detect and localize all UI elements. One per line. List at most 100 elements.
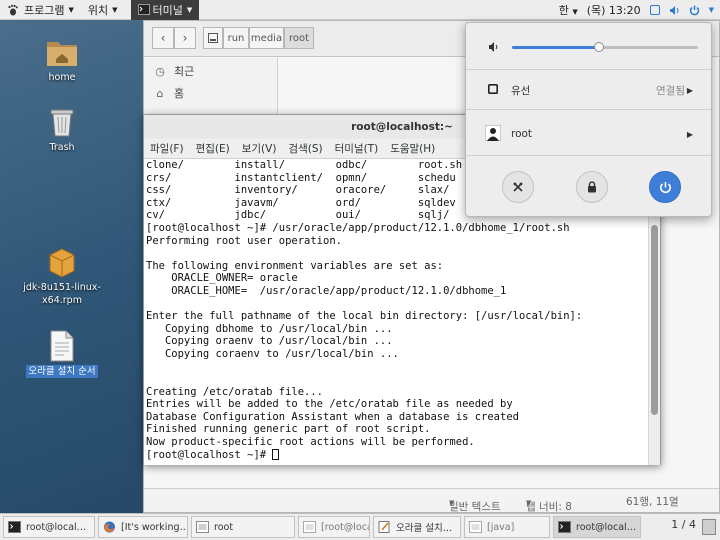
sidebar-item-recent[interactable]: ◷ 최근 xyxy=(144,60,277,82)
workspace-switcher[interactable] xyxy=(702,519,716,535)
desktop-icon-trash[interactable]: Trash xyxy=(17,106,107,154)
menu-separator xyxy=(466,69,711,70)
power-off-button[interactable] xyxy=(649,171,681,203)
terminal-icon xyxy=(8,521,21,533)
menu-separator xyxy=(466,109,711,110)
user-item[interactable]: root ▶ xyxy=(466,123,711,145)
menu-search[interactable]: 검색(S) xyxy=(288,141,322,156)
terminal-line: Copying oraenv to /usr/local/bin ... xyxy=(146,335,393,348)
text-document-icon xyxy=(50,330,74,362)
menu-edit[interactable]: 편집(E) xyxy=(196,141,230,156)
firefox-icon xyxy=(104,521,115,533)
drive-icon xyxy=(208,33,218,43)
input-method-indicator[interactable]: 한 ▼ xyxy=(559,2,578,18)
menu-terminal[interactable]: 터미널(T) xyxy=(335,141,379,156)
desktop-icon-label: Trash xyxy=(49,142,75,153)
task-label: [java] xyxy=(487,521,515,533)
terminal-line: Entries will be added to the /etc/oratab… xyxy=(146,398,513,411)
sidebar-item-label: 최근 xyxy=(174,65,195,78)
applications-label: 프로그램 xyxy=(24,3,65,17)
terminal-line: Performing root user operation. xyxy=(146,234,342,247)
wired-status: 연결됨 xyxy=(656,84,685,97)
wired-label: 유선 xyxy=(511,84,531,97)
places-label: 위치 xyxy=(87,3,109,17)
power-icon[interactable] xyxy=(689,5,700,16)
chevron-left-icon: ‹ xyxy=(160,31,166,45)
terminal-line: Enter the full pathname of the local bin… xyxy=(146,310,583,323)
sidebar-item-home[interactable]: ⌂ 홈 xyxy=(144,82,277,104)
text-cursor xyxy=(272,448,280,460)
lock-icon xyxy=(588,181,596,193)
network-icon[interactable] xyxy=(649,5,660,15)
path-segment-root[interactable]: root xyxy=(284,27,314,49)
folder-icon xyxy=(196,521,209,533)
user-label: root xyxy=(511,128,533,140)
desktop-icon-label: home xyxy=(48,72,76,83)
power-icon xyxy=(659,181,671,193)
terminal-line: Finished running generic part of root sc… xyxy=(146,423,431,436)
scrollbar-thumb[interactable] xyxy=(651,224,658,415)
active-app-menu[interactable]: 터미널 ▼ xyxy=(130,0,200,20)
sidebar-item-label: 홈 xyxy=(174,87,185,100)
terminal-icon xyxy=(558,521,571,533)
task-text-editor[interactable]: 오라클 설치… xyxy=(373,516,461,538)
settings-button[interactable] xyxy=(502,171,534,203)
task-label: [It's working… xyxy=(121,521,188,533)
taskbar: root@local… [It's working… root [root@lo… xyxy=(0,513,720,540)
system-menu: 유선 연결됨 ▶ root ▶ xyxy=(465,22,712,217)
task-firefox[interactable]: [It's working… xyxy=(98,516,188,538)
editor-status-bar: 일반 텍스트 ▼ 탭 너비: 8 ▼ 61행, 11열 xyxy=(144,488,719,513)
task-label: root xyxy=(214,521,234,533)
desktop-icon-oracle-doc[interactable]: 오라클 설치 순서 xyxy=(17,330,107,378)
chevron-down-icon: ▼ xyxy=(112,5,118,14)
terminal-line: [root@localhost ~]# /usr/oracle/app/prod… xyxy=(146,221,570,234)
chevron-down-icon: ▼ xyxy=(449,499,455,507)
menu-separator xyxy=(466,155,711,156)
desktop-icon-jdk-rpm[interactable]: jdk-8u151-linux-x64.rpm xyxy=(17,246,107,307)
terminal-line: Database Configuration Assistant when a … xyxy=(146,410,519,423)
task-terminal-active[interactable]: root@local… xyxy=(553,516,641,538)
task-terminal-1[interactable]: root@local… xyxy=(3,516,95,538)
chevron-down-icon[interactable]: ▼ xyxy=(709,6,714,14)
volume-slider-fill xyxy=(512,46,600,49)
terminal-line: ORACLE_HOME= /usr/oracle/app/product/12.… xyxy=(146,284,507,297)
folder-icon xyxy=(303,521,316,533)
clock-icon: ◷ xyxy=(155,64,165,78)
desktop-icon-home[interactable]: home xyxy=(17,36,107,84)
volume-slider[interactable] xyxy=(512,42,698,52)
chevron-down-icon: ▼ xyxy=(68,5,74,14)
path-segment-media[interactable]: media xyxy=(249,27,284,49)
path-segment-run[interactable]: run xyxy=(223,27,249,49)
menu-file[interactable]: 파일(F) xyxy=(150,141,184,156)
path-toggle-button[interactable] xyxy=(203,27,223,49)
volume-icon[interactable] xyxy=(669,5,680,16)
forward-button[interactable]: › xyxy=(174,27,196,49)
text-editor-icon xyxy=(378,521,390,533)
task-label: [root@local… xyxy=(321,521,369,533)
applications-menu[interactable]: 프로그램 ▼ xyxy=(0,0,81,20)
places-menu[interactable]: 위치 ▼ xyxy=(81,0,125,20)
lock-button[interactable] xyxy=(576,171,608,203)
user-avatar-icon xyxy=(484,124,502,144)
terminal-line: Copying dbhome to /usr/local/bin ... xyxy=(146,322,393,335)
terminal-line: The following environment variables are … xyxy=(146,259,444,272)
menu-view[interactable]: 보기(V) xyxy=(242,141,277,156)
syntax-mode-label: 일반 텍스트 xyxy=(449,501,501,513)
task-file-manager-root[interactable]: root xyxy=(191,516,295,538)
clock[interactable]: (목) 13:20 xyxy=(587,2,641,18)
menu-help[interactable]: 도움말(H) xyxy=(390,141,435,156)
task-java[interactable]: [java] xyxy=(464,516,550,538)
back-button[interactable]: ‹ xyxy=(152,27,174,49)
chevron-down-icon: ▼ xyxy=(526,499,532,507)
chevron-right-icon: ▶ xyxy=(686,85,693,95)
wired-network-item[interactable]: 유선 연결됨 ▶ xyxy=(466,79,711,101)
task-file-manager-2[interactable]: [root@local… xyxy=(298,516,370,538)
volume-slider-handle[interactable] xyxy=(594,42,605,52)
desktop-icon-label: 오라클 설치 순서 xyxy=(26,365,98,378)
terminal-line: Copying coraenv to /usr/local/bin ... xyxy=(146,347,399,360)
chevron-down-icon: ▼ xyxy=(572,8,578,16)
trash-icon xyxy=(50,109,74,137)
